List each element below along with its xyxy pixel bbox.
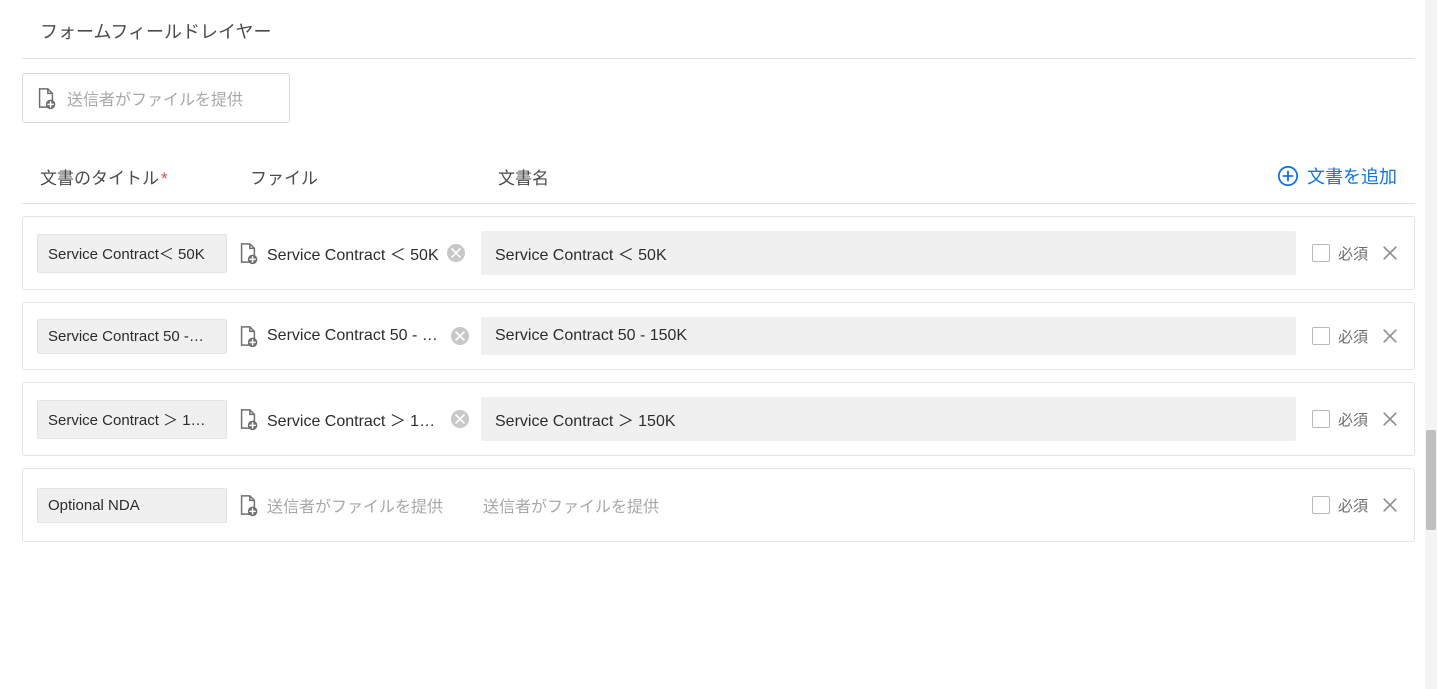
upload-placeholder: 送信者がファイルを提供 xyxy=(67,86,243,110)
document-name-input[interactable]: Service Contract 50 - 150K xyxy=(481,317,1296,355)
file-add-icon xyxy=(237,407,259,431)
required-cell: 必須 xyxy=(1312,243,1368,264)
required-checkbox[interactable] xyxy=(1312,410,1330,428)
documents-list: Service Contract＜ 50K Service Contract ＜ … xyxy=(22,216,1415,542)
file-add-icon xyxy=(35,86,57,110)
remove-row-button[interactable] xyxy=(1380,326,1400,346)
file-add-icon xyxy=(237,493,259,517)
header-title-text: 文書のタイトル xyxy=(40,169,159,188)
close-icon xyxy=(451,248,461,258)
clear-file-button[interactable] xyxy=(451,327,469,345)
column-headers: 文書のタイトル* ファイル 文書名 文書を追加 xyxy=(22,163,1415,204)
vertical-scrollbar[interactable] xyxy=(1425,0,1437,689)
close-icon xyxy=(1380,326,1400,346)
document-title-input[interactable]: Service Contract＜ 50K xyxy=(37,234,227,273)
document-row: Service Contract 50 -… Service Contract 5… xyxy=(22,302,1415,370)
file-add-icon xyxy=(237,241,259,265)
file-label: 送信者がファイルを提供 xyxy=(267,493,443,517)
close-icon xyxy=(1380,495,1400,515)
document-title-input[interactable]: Optional NDA xyxy=(37,488,227,523)
file-cell[interactable]: 送信者がファイルを提供 xyxy=(227,493,475,517)
required-cell: 必須 xyxy=(1312,409,1368,430)
remove-row-button[interactable] xyxy=(1380,495,1400,515)
document-row: Optional NDA 送信者がファイルを提供 送信者がファイルを提供 必須 xyxy=(22,468,1415,542)
required-label: 必須 xyxy=(1338,495,1368,516)
required-cell: 必須 xyxy=(1312,326,1368,347)
document-title-input[interactable]: Service Contract 50 -… xyxy=(37,319,227,354)
required-cell: 必須 xyxy=(1312,495,1368,516)
form-field-layer-upload[interactable]: 送信者がファイルを提供 xyxy=(22,73,290,123)
clear-file-button[interactable] xyxy=(451,410,469,428)
required-asterisk: * xyxy=(161,169,168,188)
required-checkbox[interactable] xyxy=(1312,244,1330,262)
add-document-label: 文書を追加 xyxy=(1307,163,1397,189)
required-checkbox[interactable] xyxy=(1312,496,1330,514)
file-add-icon xyxy=(237,324,259,348)
close-icon xyxy=(455,331,465,341)
document-row: Service Contract ＞ 1… Service Contract ＞ … xyxy=(22,382,1415,456)
close-icon xyxy=(455,414,465,424)
close-icon xyxy=(1380,243,1400,263)
header-name: 文書名 xyxy=(498,164,1277,189)
required-label: 必須 xyxy=(1338,326,1368,347)
required-label: 必須 xyxy=(1338,243,1368,264)
file-label: Service Contract ＞ 150K xyxy=(267,407,443,431)
plus-circle-icon xyxy=(1277,165,1299,187)
file-label: Service Contract 50 - 1… xyxy=(267,327,443,345)
clear-file-button[interactable] xyxy=(447,244,465,262)
file-cell[interactable]: Service Contract ＜ 50K xyxy=(227,241,475,265)
required-label: 必須 xyxy=(1338,409,1368,430)
file-cell[interactable]: Service Contract ＞ 150K xyxy=(227,407,475,431)
required-checkbox[interactable] xyxy=(1312,327,1330,345)
remove-row-button[interactable] xyxy=(1380,409,1400,429)
document-name-input[interactable]: Service Contract ＞ 150K xyxy=(481,397,1296,441)
file-label: Service Contract ＜ 50K xyxy=(267,241,439,265)
close-icon xyxy=(1380,409,1400,429)
document-title-input[interactable]: Service Contract ＞ 1… xyxy=(37,400,227,439)
add-document-button[interactable]: 文書を追加 xyxy=(1277,163,1397,189)
document-name-input[interactable]: Service Contract ＜ 50K xyxy=(481,231,1296,275)
document-name-input[interactable]: 送信者がファイルを提供 xyxy=(481,483,1296,527)
header-title: 文書のタイトル* xyxy=(40,164,250,189)
section-title: フォームフィールドレイヤー xyxy=(22,0,1415,59)
scrollbar-thumb[interactable] xyxy=(1426,430,1436,530)
remove-row-button[interactable] xyxy=(1380,243,1400,263)
file-cell[interactable]: Service Contract 50 - 1… xyxy=(227,324,475,348)
header-file: ファイル xyxy=(250,164,498,189)
document-row: Service Contract＜ 50K Service Contract ＜ … xyxy=(22,216,1415,290)
page-container: フォームフィールドレイヤー 送信者がファイルを提供 文書のタイトル* ファイル … xyxy=(0,0,1437,689)
